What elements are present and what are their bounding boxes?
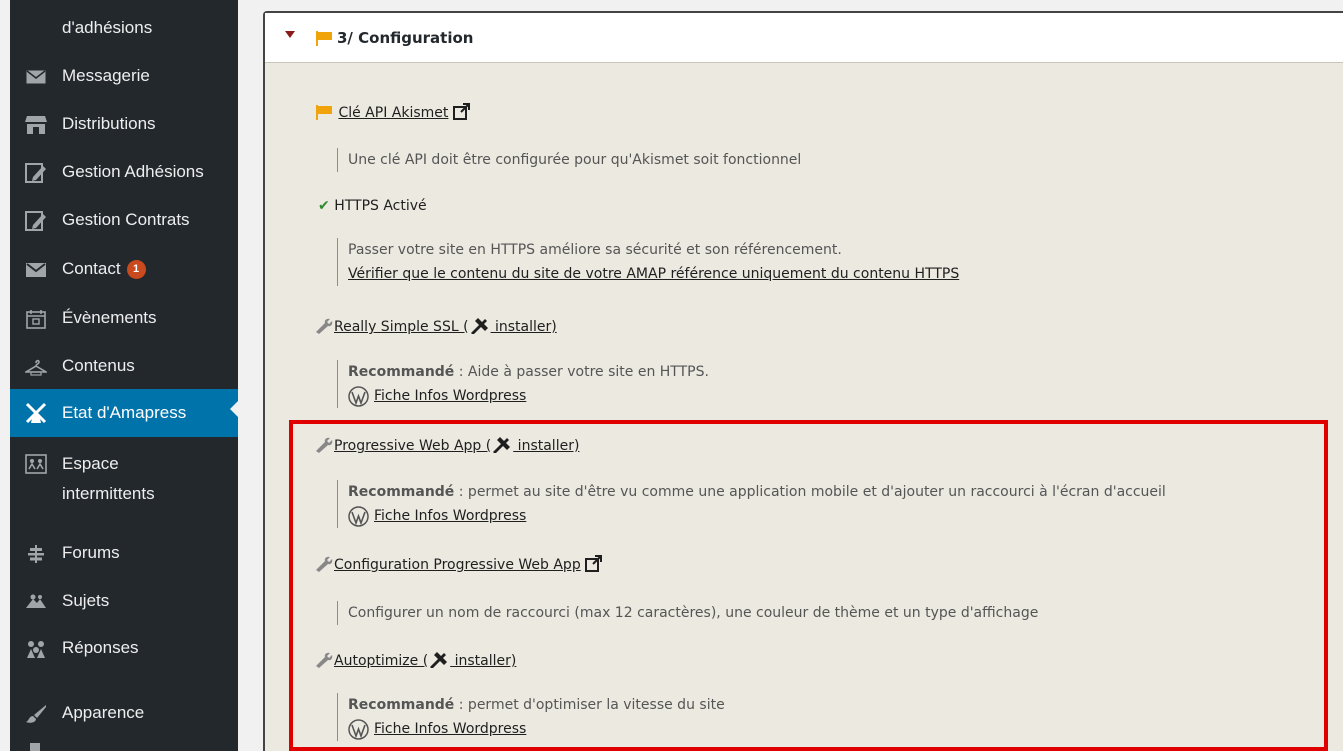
panel-header[interactable]: 3/ Configuration bbox=[265, 13, 1343, 63]
sidebar-item-partial bbox=[30, 743, 40, 751]
sidebar-item-espace-intermittents[interactable]: Espace intermittents bbox=[10, 449, 238, 509]
sidebar-item-label: Contact bbox=[62, 259, 121, 278]
pwa-description: Recommandé : permet au site d'être vu co… bbox=[337, 480, 1166, 528]
recommended-text: : permet d'optimiser la vitesse du site bbox=[454, 697, 725, 713]
recommended-label: Recommandé bbox=[348, 697, 455, 713]
edit-icon bbox=[25, 162, 47, 184]
pwa-config-row: Configuration Progressive Web App bbox=[314, 555, 603, 573]
wordpress-icon bbox=[348, 718, 369, 740]
windmill-icon bbox=[25, 402, 47, 424]
akismet-row: Clé API Akismet bbox=[316, 103, 470, 121]
wordpress-info-link[interactable]: Fiche Infos Wordpress bbox=[348, 717, 725, 741]
https-content-check-link[interactable]: Vérifier que le contenu du site de votre… bbox=[348, 266, 959, 282]
sidebar-item-label-line2: intermittents bbox=[62, 484, 155, 503]
really-simple-ssl-row: Really Simple SSL ( installer) bbox=[314, 316, 557, 335]
collapse-caret-icon[interactable] bbox=[285, 31, 295, 38]
sidebar-item-label: Apparence bbox=[62, 703, 145, 722]
sidebar-item-label: Évènements bbox=[62, 308, 157, 327]
calendar-icon bbox=[25, 308, 47, 330]
replies-icon bbox=[25, 638, 47, 660]
topics-icon bbox=[25, 591, 47, 613]
checkmark-icon: ✔ bbox=[318, 198, 330, 214]
pwa-install-link[interactable]: Progressive Web App ( installer) bbox=[334, 437, 579, 454]
wordpress-icon bbox=[348, 505, 369, 527]
really-simple-ssl-install-link[interactable]: Really Simple SSL ( installer) bbox=[334, 318, 557, 335]
wordpress-info-link[interactable]: Fiche Infos Wordpress bbox=[348, 384, 709, 408]
sidebar-item-reponses[interactable]: Réponses bbox=[10, 634, 238, 664]
recommended-label: Recommandé bbox=[348, 364, 455, 380]
external-link-icon[interactable] bbox=[585, 555, 603, 572]
wordpress-icon bbox=[348, 385, 369, 407]
pwa-config-description: Configurer un nom de raccourci (max 12 c… bbox=[337, 601, 1038, 625]
pwa-row: Progressive Web App ( installer) bbox=[314, 435, 579, 454]
edit-icon bbox=[25, 210, 47, 232]
wrench-icon bbox=[316, 652, 333, 668]
sidebar-item-apparence[interactable]: Apparence bbox=[10, 699, 238, 729]
sidebar-item-label: Gestion Contrats bbox=[62, 210, 190, 229]
brush-icon bbox=[25, 703, 47, 725]
external-link-icon[interactable] bbox=[452, 103, 470, 120]
flag-icon bbox=[316, 105, 332, 120]
sidebar-item-label: d'adhésions bbox=[62, 18, 153, 37]
recommended-label: Recommandé bbox=[348, 484, 455, 500]
forum-icon bbox=[25, 543, 47, 565]
akismet-description: Une clé API doit être configurée pour qu… bbox=[337, 148, 801, 172]
people-icon bbox=[25, 453, 47, 475]
sidebar-item-label: Etat d'Amapress bbox=[62, 403, 187, 422]
hanger-icon bbox=[25, 356, 47, 378]
sidebar-item-forums[interactable]: Forums bbox=[10, 539, 238, 569]
notification-badge: 1 bbox=[126, 260, 146, 279]
sidebar-item-etat-amapress[interactable]: Etat d'Amapress bbox=[10, 389, 238, 437]
sidebar-item-label: Réponses bbox=[62, 638, 139, 657]
https-status-text: HTTPS Activé bbox=[334, 198, 427, 214]
https-description: Passer votre site en HTTPS améliore sa s… bbox=[337, 238, 959, 286]
admin-menu: d'adhésions Messagerie Distributions Ges… bbox=[10, 0, 238, 751]
envelope-icon bbox=[25, 66, 47, 88]
https-description-text: Passer votre site en HTTPS améliore sa s… bbox=[348, 242, 842, 258]
sidebar-item-messagerie[interactable]: Messagerie bbox=[10, 62, 238, 92]
plug-icon bbox=[470, 318, 488, 334]
mail-icon bbox=[25, 259, 47, 281]
sidebar-item-adhesions[interactable]: d'adhésions bbox=[10, 14, 238, 44]
sidebar-item-contenus[interactable]: Contenus bbox=[10, 352, 238, 382]
sidebar-item-label: Forums bbox=[62, 543, 120, 562]
plug-icon bbox=[493, 437, 511, 453]
sidebar-item-distributions[interactable]: Distributions bbox=[10, 110, 238, 140]
recommended-text: : Aide à passer votre site en HTTPS. bbox=[454, 364, 709, 380]
pwa-config-link[interactable]: Configuration Progressive Web App bbox=[334, 557, 581, 573]
sidebar-item-label: Sujets bbox=[62, 591, 110, 610]
panel-title: 3/ Configuration bbox=[337, 29, 474, 47]
recommended-text: : permet au site d'être vu comme une app… bbox=[454, 484, 1166, 500]
https-status-row: ✔ HTTPS Activé bbox=[318, 198, 427, 214]
sidebar-item-label: Contenus bbox=[62, 356, 135, 375]
sidebar-item-label: Messagerie bbox=[62, 66, 150, 85]
autoptimize-row: Autoptimize ( installer) bbox=[314, 650, 516, 669]
wrench-icon bbox=[316, 437, 333, 453]
sidebar-item-contact[interactable]: Contact 1 bbox=[10, 255, 238, 285]
plug-icon bbox=[430, 652, 448, 668]
flag-icon bbox=[316, 31, 332, 46]
really-simple-ssl-description: Recommandé : Aide à passer votre site en… bbox=[337, 360, 709, 408]
autoptimize-description: Recommandé : permet d'optimiser la vites… bbox=[337, 693, 725, 741]
akismet-api-key-link[interactable]: Clé API Akismet bbox=[338, 105, 448, 121]
admin-sidebar: d'adhésions Messagerie Distributions Ges… bbox=[0, 0, 238, 751]
sidebar-item-gestion-contrats[interactable]: Gestion Contrats bbox=[10, 206, 238, 236]
sidebar-item-gestion-adhesions[interactable]: Gestion Adhésions bbox=[10, 158, 238, 188]
sidebar-item-sujets[interactable]: Sujets bbox=[10, 587, 238, 617]
sidebar-item-label: Distributions bbox=[62, 114, 156, 133]
autoptimize-install-link[interactable]: Autoptimize ( installer) bbox=[334, 652, 516, 669]
sidebar-item-evenements[interactable]: Évènements bbox=[10, 304, 238, 334]
wrench-icon bbox=[316, 556, 333, 572]
sidebar-item-label: Espace bbox=[62, 454, 119, 473]
wrench-icon bbox=[316, 318, 333, 334]
store-icon bbox=[25, 114, 47, 136]
sidebar-item-label: Gestion Adhésions bbox=[62, 162, 204, 181]
wordpress-info-link[interactable]: Fiche Infos Wordpress bbox=[348, 504, 1166, 528]
